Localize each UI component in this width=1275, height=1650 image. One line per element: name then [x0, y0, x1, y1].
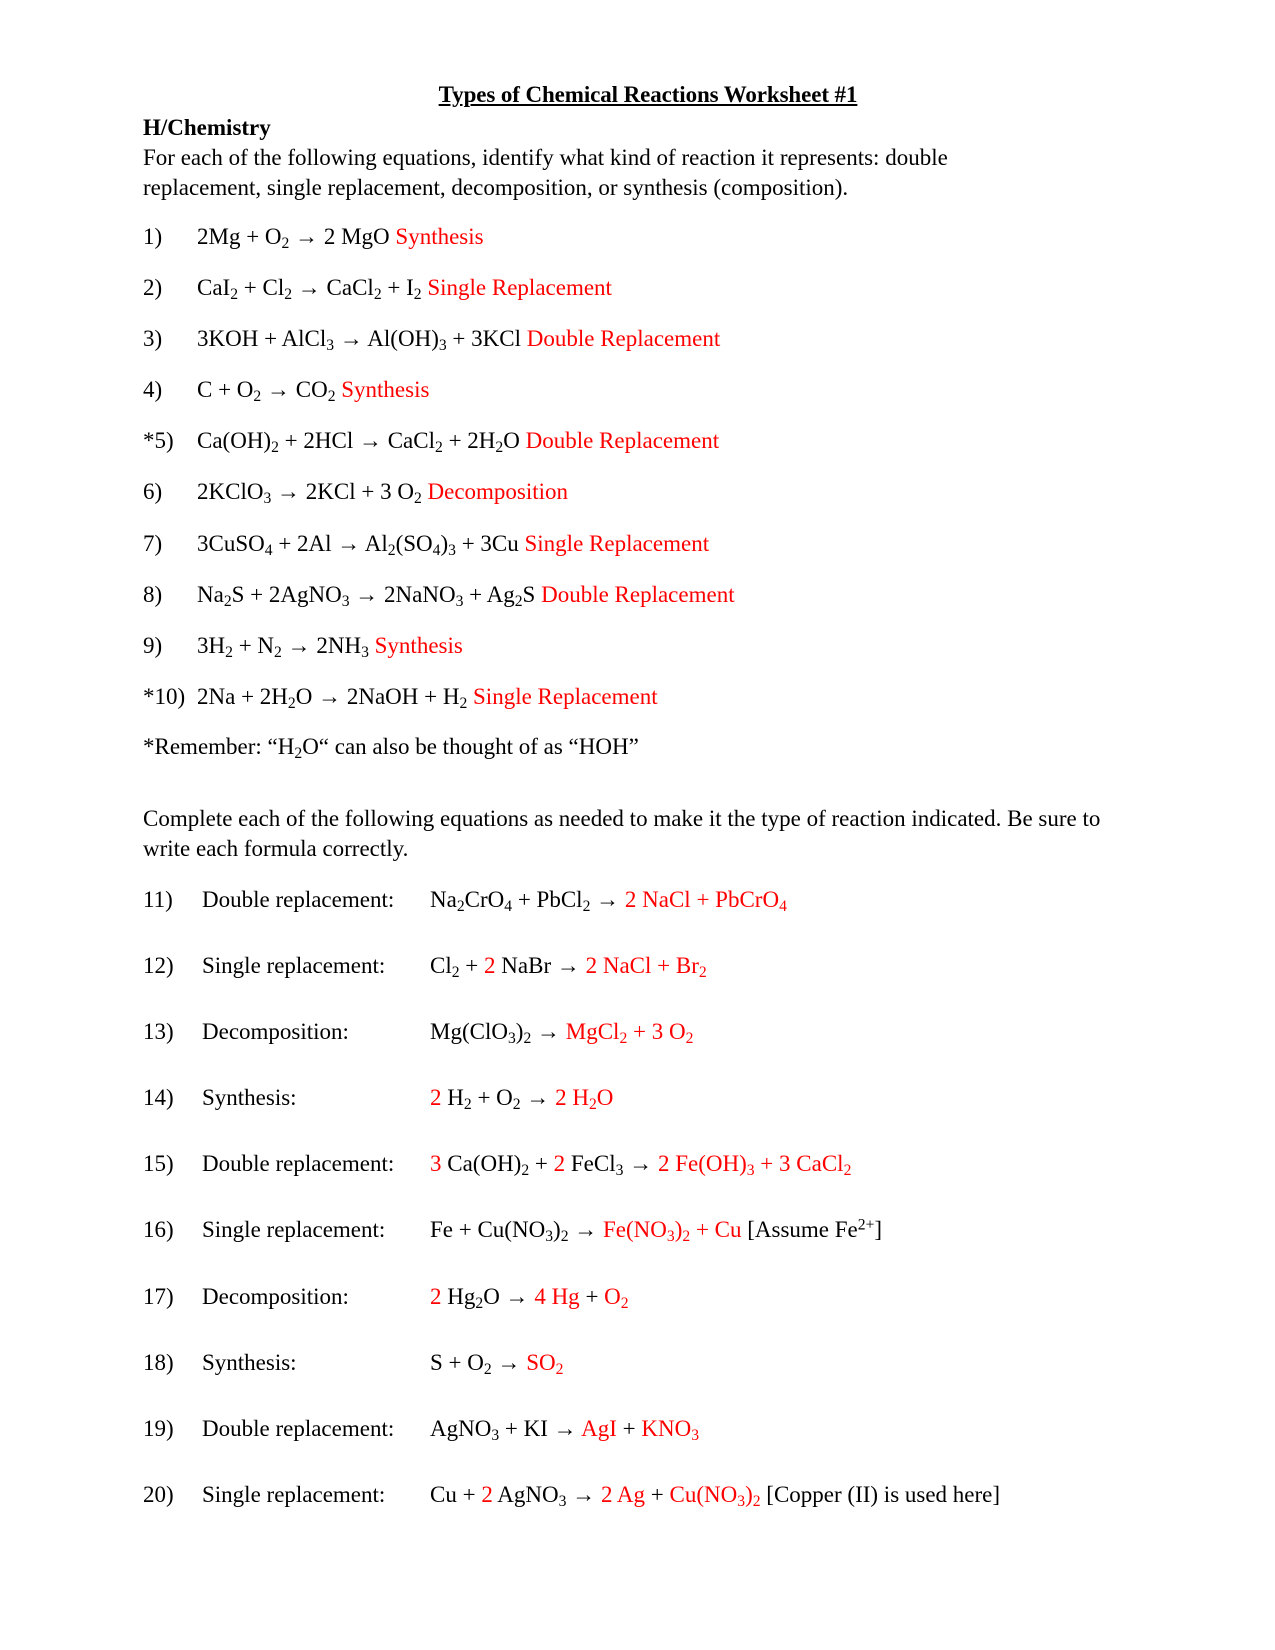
- equation-text: Ca(OH)2 + 2HCl → CaCl2 + 2H2O Double Rep…: [197, 428, 720, 457]
- question-row: 15) Double replacement: 3 Ca(OH)2 + 2 FeCl…: [143, 1150, 1153, 1180]
- equation-number: 1): [143, 223, 163, 249]
- equation-number: 3): [143, 326, 163, 351]
- course-label: H/Chemistry: [143, 115, 271, 140]
- equation-number: *5): [143, 428, 174, 454]
- equation-text: 2Na + 2H2O → 2NaOH + H2 Single Replaceme…: [197, 683, 658, 713]
- equation-number: 4): [143, 377, 163, 403]
- reaction-type-label: Double replacement:: [202, 886, 395, 912]
- reaction-type-label: Decomposition:: [202, 1019, 349, 1045]
- question-row: 12) Single replacement: Cl2 + 2 NaBr → 2 N…: [143, 952, 1153, 982]
- equation-text: 3CuSO4 + 2Al → Al2(SO4)3 + 3Cu Single Re…: [197, 530, 710, 559]
- question-number: 19): [143, 1415, 174, 1441]
- equation-text: 2KClO3 → 2KCl + 3 O2 Decomposition: [197, 479, 569, 508]
- worksheet-page: Types of Chemical Reactions Worksheet #1…: [0, 0, 1275, 1650]
- equation-row: *10) 2Na + 2H2O → 2NaOH + H2 Single Repla…: [143, 683, 1153, 713]
- reaction-type-label: Decomposition:: [202, 1283, 349, 1309]
- equation-text: C + O2 → CO2 Synthesis: [197, 377, 430, 406]
- equation-text: Na2S + 2AgNO3 → 2NaNO3 + Ag2S Double Rep…: [197, 581, 735, 610]
- equation-row: 4) C + O2 → CO2 Synthesis: [143, 376, 1153, 406]
- question-equation: Cl2 + 2 NaBr → 2 NaCl + Br2: [430, 952, 707, 982]
- question-equation: Na2CrO4 + PbCl2 → 2 NaCl + PbCrO4: [430, 886, 787, 915]
- question-equation: S + O2 → SO2: [430, 1349, 564, 1378]
- section2-instructions: Complete each of the following equations…: [143, 806, 1101, 861]
- equation-text: 3H2 + N2 → 2NH3 Synthesis: [197, 632, 463, 661]
- equation-number: 2): [143, 274, 163, 300]
- question-number: 18): [143, 1349, 174, 1375]
- document-content: Types of Chemical Reactions Worksheet #1…: [143, 82, 1153, 1547]
- equation-number: 7): [143, 530, 163, 556]
- equation-number: *10): [143, 683, 186, 709]
- reaction-type-label: Double replacement:: [202, 1151, 395, 1177]
- section1-equation-list: 1) 2Mg + O2 → 2 MgO Synthesis 2) CaI2 + Cl2…: [143, 223, 1153, 713]
- equation-row: 2) CaI2 + Cl2 → CaCl2 + I2 Single Replace…: [143, 274, 1153, 304]
- question-number: 16): [143, 1217, 174, 1243]
- equation-row: 6) 2KClO3 → 2KCl + 3 O2 Decomposition: [143, 478, 1153, 508]
- question-number: 13): [143, 1019, 174, 1045]
- question-row: 14) Synthesis: 2 H2 + O2 → 2 H2O: [143, 1084, 1153, 1114]
- section1-instructions: For each of the following equations, ide…: [143, 144, 948, 200]
- reaction-type-label: Synthesis:: [202, 1349, 297, 1375]
- question-row: 17) Decomposition: 2 Hg2O → 4 Hg + O2: [143, 1283, 1153, 1312]
- question-row: 11) Double replacement: Na2CrO4 + PbCl2 → …: [143, 886, 1153, 915]
- equation-number: 9): [143, 632, 163, 658]
- question-equation: 2 Hg2O → 4 Hg + O2: [430, 1283, 629, 1312]
- question-row: 18) Synthesis: S + O2 → SO2: [143, 1349, 1153, 1378]
- equation-text: 3KOH + AlCl3 → Al(OH)3 + 3KCl Double Rep…: [197, 326, 721, 355]
- reaction-type-label: Double replacement:: [202, 1415, 395, 1441]
- equation-row: 9) 3H2 + N2 → 2NH3 Synthesis: [143, 632, 1153, 661]
- question-equation: 3 Ca(OH)2 + 2 FeCl3 → 2 Fe(OH)3 + 3 CaCl…: [430, 1151, 852, 1180]
- equation-text: 2Mg + O2 → 2 MgO Synthesis: [197, 223, 484, 252]
- question-number: 11): [143, 886, 173, 912]
- question-equation: Fe + Cu(NO3)2 → Fe(NO3)2 + Cu [Assume Fe…: [430, 1216, 883, 1246]
- reaction-type-label: Single replacement:: [202, 952, 386, 978]
- question-number: 20): [143, 1481, 174, 1507]
- question-equation: Mg(ClO3)2 → MgCl2 + 3 O2: [430, 1019, 694, 1048]
- section2-question-list: 11) Double replacement: Na2CrO4 + PbCl2 → …: [143, 886, 1153, 1511]
- question-equation: Cu + 2 AgNO3 → 2 Ag + Cu(NO3)2 [Copper (…: [430, 1481, 1001, 1511]
- equation-number: 6): [143, 479, 163, 505]
- reaction-type-label: Single replacement:: [202, 1217, 386, 1243]
- question-number: 15): [143, 1151, 174, 1177]
- equation-text: CaI2 + Cl2 → CaCl2 + I2 Single Replaceme…: [197, 274, 612, 304]
- question-number: 17): [143, 1283, 174, 1309]
- question-row: 20) Single replacement: Cu + 2 AgNO3 → 2 A…: [143, 1481, 1153, 1511]
- remember-note: *Remember: “H2O“ can also be thought of …: [143, 734, 639, 763]
- equation-row: 1) 2Mg + O2 → 2 MgO Synthesis: [143, 223, 1153, 252]
- question-row: 16) Single replacement: Fe + Cu(NO3)2 → Fe…: [143, 1216, 1153, 1246]
- question-row: 19) Double replacement: AgNO3 + KI → AgI +…: [143, 1415, 1153, 1444]
- reaction-type-label: Synthesis:: [202, 1085, 297, 1111]
- question-equation: 2 H2 + O2 → 2 H2O: [430, 1085, 614, 1114]
- equation-row: 7) 3CuSO4 + 2Al → Al2(SO4)3 + 3Cu Single …: [143, 530, 1153, 559]
- question-number: 12): [143, 952, 174, 978]
- reaction-type-label: Single replacement:: [202, 1481, 386, 1507]
- question-equation: AgNO3 + KI → AgI + KNO3: [430, 1415, 700, 1444]
- question-number: 14): [143, 1085, 174, 1111]
- question-row: 13) Decomposition: Mg(ClO3)2 → MgCl2 + 3 O…: [143, 1018, 1153, 1048]
- page-title: Types of Chemical Reactions Worksheet #1: [438, 82, 858, 107]
- equation-row: *5) Ca(OH)2 + 2HCl → CaCl2 + 2H2O Double …: [143, 427, 1153, 457]
- equation-number: 8): [143, 581, 163, 607]
- equation-row: 8) Na2S + 2AgNO3 → 2NaNO3 + Ag2S Double R…: [143, 581, 1153, 610]
- equation-row: 3) 3KOH + AlCl3 → Al(OH)3 + 3KCl Double R…: [143, 325, 1153, 355]
